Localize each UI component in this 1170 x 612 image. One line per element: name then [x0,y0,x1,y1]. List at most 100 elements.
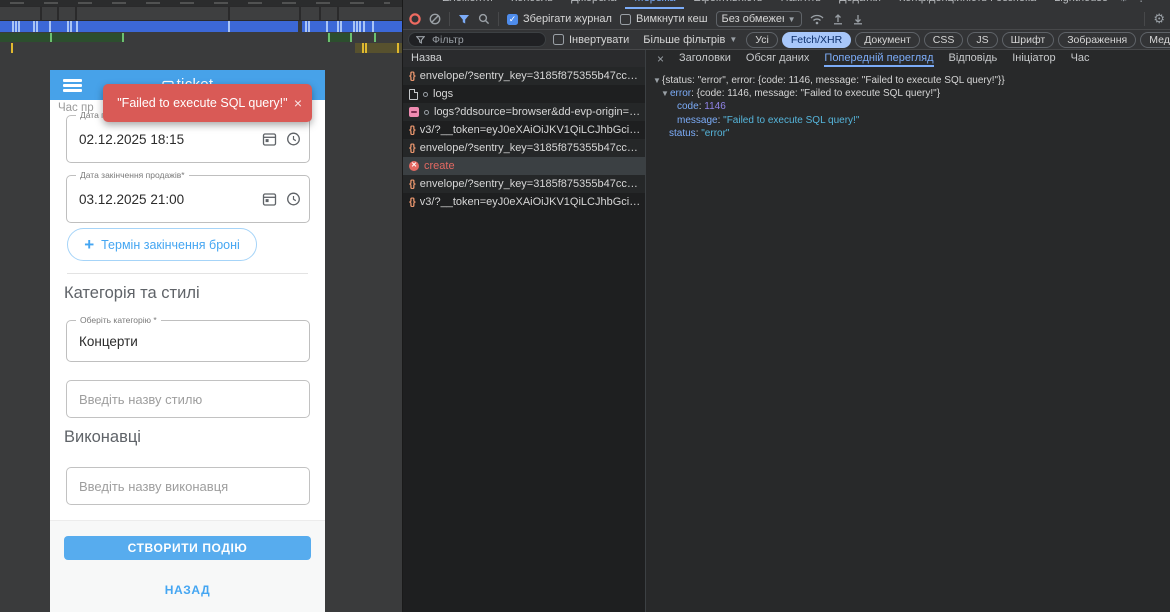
json-request-icon: {} [409,125,415,136]
error-toast: "Failed to execute SQL query!" × [103,84,312,122]
add-reserve-deadline-label: Термін закінчення броні [101,238,240,252]
json-token-plain: {status: "error", error: {code: 1146, me… [662,75,1005,86]
filter-input[interactable] [430,33,538,47]
devtools-tab-консоль[interactable]: Консоль [502,0,562,9]
disable-cache-checkbox[interactable]: Вимкнути кеш [620,13,708,25]
devtools-tab-джерела[interactable]: Джерела [562,0,625,9]
request-type-chips: УсіFetch/XHRДокументCSSJS ШрифтЗображення… [746,32,1170,48]
detail-tab-попередній-перегляд[interactable]: Попередній перегляд [824,50,933,67]
blue-activity-tick [15,21,17,32]
export-har-icon[interactable] [852,13,864,25]
devtools-tab-пам'ять[interactable]: Пам'ять [772,0,830,9]
devtools-tab-додатки[interactable]: Додатки [830,0,890,9]
filmstrip-separator [337,7,339,20]
create-event-button[interactable]: СТВОРИТИ ПОДІЮ [64,536,311,560]
devtools-tab-lighthouse[interactable]: Lighthouse [1045,0,1117,9]
green-activity-bar [327,33,351,42]
network-body: {}envelope/?sentry_key=3185f875355b47cc8… [403,67,1170,612]
devtools-tabs: ЕлементиКонсольДжерелаМережаЕфективність… [433,0,1117,9]
add-reserve-deadline-button[interactable]: + Термін закінчення броні [67,228,257,261]
calendar-icon[interactable] [262,192,277,207]
network-column-header-row: Назва × Заголовки Обсяг даних Попередній п… [403,50,1170,67]
devtools-tab-ефективність[interactable]: Ефективність [684,0,771,9]
filter-chip-усі[interactable]: Усі [746,32,778,48]
devtools-tab-елементи[interactable]: Елементи [433,0,502,9]
blue-activity-tick [33,21,35,32]
clear-icon[interactable] [429,13,441,25]
back-link[interactable]: НАЗАД [50,583,325,597]
yellow-activity-tick [397,43,399,53]
toast-close-icon[interactable]: × [294,95,302,111]
json-token-plain: : {code: 1146, message: "Failed to execu… [691,88,940,99]
settings-gear-icon[interactable]: ⚙ [1153,11,1165,27]
json-request-icon: {} [409,179,415,190]
preview-json-line: message: "Failed to execute SQL query!" [647,114,1170,127]
devtools-tab-мережа[interactable]: Мережа [625,0,684,9]
name-column-header[interactable]: Назва [403,50,646,67]
request-row[interactable]: {}envelope/?sentry_key=3185f875355b47cc8… [403,67,645,85]
json-token-num: 1146 [704,101,726,112]
tabbar-right-icons[interactable]: ⚙⋮× [1119,0,1167,4]
calendar-icon[interactable] [262,132,277,147]
request-row[interactable]: {}envelope/?sentry_key=3185f875355b47cc8… [403,139,645,157]
inspect-and-device-icons[interactable]: ⌖▭ [407,0,434,4]
filter-chip-медіа[interactable]: Медіа [1140,32,1170,48]
left-browser-window: ticket Час пр "Failed to execute SQL que… [0,0,402,612]
record-icon[interactable] [409,13,421,25]
expand-arrow-icon[interactable]: ▼ [661,87,670,100]
search-icon[interactable] [478,13,490,25]
error-toast-message: "Failed to execute SQL query!" [117,96,288,110]
response-preview-pane: ▼{status: "error", error: {code: 1146, m… [647,67,1170,612]
filter-icon[interactable] [458,14,470,25]
detail-tab-час[interactable]: Час [1071,50,1090,67]
request-row[interactable]: {}v3/?__token=eyJ0eXAiOiJKV1QiLCJhbGciOi… [403,121,645,139]
close-icon[interactable]: × [657,52,664,66]
clock-icon[interactable] [286,132,301,147]
detail-tab-ініціатор[interactable]: Ініціатор [1012,50,1055,67]
plus-icon: + [84,236,94,253]
document-request-icon [409,89,418,100]
checkbox-unchecked-icon [620,14,631,25]
yellow-activity-tick [362,43,364,53]
request-row[interactable]: logs?ddsource=browser&dd-evp-origin=brow… [403,103,645,121]
json-request-icon: {} [409,71,415,82]
invert-checkbox[interactable]: Інвертувати [553,34,629,46]
performer-name-input[interactable] [66,467,310,505]
json-token-key: status [669,128,696,139]
filter-chip-js[interactable]: JS [967,32,997,48]
filter-chip-css[interactable]: CSS [924,32,964,48]
blue-activity-tick [36,21,38,32]
disable-cache-label: Вимкнути кеш [636,13,708,25]
blue-activity-tick [12,21,14,32]
import-har-icon[interactable] [832,13,844,25]
blue-activity-tick [228,21,230,32]
devtools-tab-конфіденційність і безпека[interactable]: Конфіденційність і безпека [890,0,1045,9]
request-row[interactable]: {}v3/?__token=eyJ0eXAiOiJKV1QiLCJhbGciOi… [403,193,645,211]
detail-tab-обсяг-даних[interactable]: Обсяг даних [746,50,810,67]
json-token-str: "error" [701,128,729,139]
yellow-activity-tick [11,43,13,53]
preserve-log-checkbox[interactable]: ✓ Зберігати журнал [507,13,612,25]
filter-chip-зображення[interactable]: Зображення [1058,32,1136,48]
filter-chip-документ[interactable]: Документ [855,32,920,48]
detail-tab-відповідь[interactable]: Відповідь [949,50,998,67]
category-select[interactable] [67,321,309,361]
request-row[interactable]: {}envelope/?sentry_key=3185f875355b47cc8… [403,175,645,193]
more-filters-button[interactable]: Більше фільтрів ▼ [643,34,737,46]
request-row[interactable]: logs [403,85,645,103]
style-name-input[interactable] [66,380,310,418]
performers-section-heading: Виконавці [64,428,141,447]
beacon-request-icon [409,107,419,117]
blue-activity-tick [337,21,339,32]
expand-arrow-icon[interactable]: ▼ [653,74,662,87]
network-conditions-icon[interactable] [810,14,824,25]
request-row[interactable]: ✕create [403,157,645,175]
detail-tab-заголовки[interactable]: Заголовки [679,50,731,67]
filter-chip-шрифт[interactable]: Шрифт [1002,32,1055,48]
clock-icon[interactable] [286,192,301,207]
checkbox-checked-icon: ✓ [507,14,518,25]
green-activity-bar [0,33,122,42]
more-filters-label: Більше фільтрів [643,34,725,46]
throttling-select[interactable]: Без обмеження пропу ▼ [716,11,802,27]
filter-chip-fetch/xhr[interactable]: Fetch/XHR [782,32,851,48]
